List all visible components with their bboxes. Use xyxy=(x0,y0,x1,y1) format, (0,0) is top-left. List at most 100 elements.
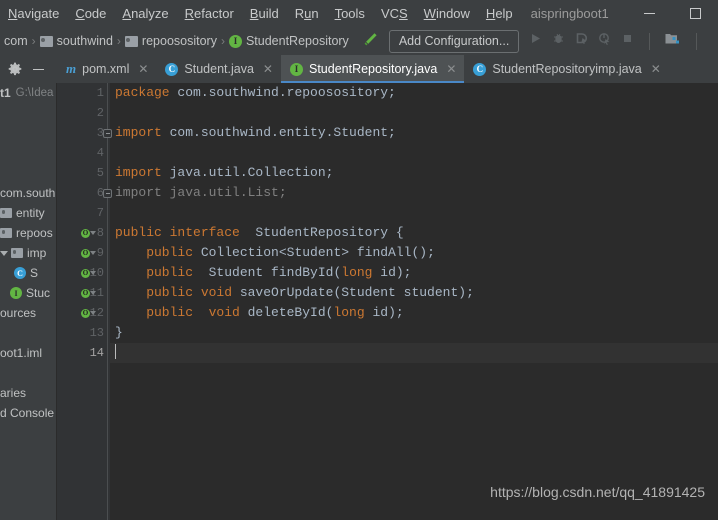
gutter-line-13[interactable]: 13 xyxy=(57,323,110,343)
tree-item-com-south[interactable]: com.south xyxy=(0,183,56,203)
menu-tools[interactable]: Tools xyxy=(327,0,373,27)
code-line-7[interactable] xyxy=(110,203,718,223)
project-structure-icon[interactable] xyxy=(665,32,681,51)
menu-help[interactable]: Help xyxy=(478,0,521,27)
minimize-button[interactable] xyxy=(626,0,672,27)
code-line-6[interactable]: import java.util.List; xyxy=(110,183,718,203)
gutter-line-4[interactable]: 4 xyxy=(57,143,110,163)
tree-item-repoos[interactable]: repoos xyxy=(0,223,56,243)
gutter-line-9[interactable]: 9O xyxy=(57,243,110,263)
close-icon[interactable]: ✕ xyxy=(446,62,456,76)
code-line-13[interactable]: } xyxy=(110,323,718,343)
breadcrumb-item-com[interactable]: com xyxy=(4,34,28,48)
menu-analyze[interactable]: Analyze xyxy=(114,0,176,27)
gutter-line-2[interactable]: 2 xyxy=(57,103,110,123)
tree-item-ources[interactable]: ources xyxy=(0,303,56,323)
breadcrumb-label: StudentRepository xyxy=(245,34,349,48)
maximize-button[interactable] xyxy=(672,0,718,27)
code-editor[interactable]: 1 2 3 4 5 6 7 8 O 9 O 10 O 11 O 12 O 13 14 package com.sou… xyxy=(57,83,718,520)
implementation-marker-icon[interactable]: O xyxy=(81,308,96,318)
run-configuration-selector[interactable]: Add Configuration... xyxy=(388,29,520,53)
implementation-marker-icon[interactable]: O xyxy=(81,228,96,238)
breadcrumb-item-repoosository[interactable]: repoosository xyxy=(124,34,217,48)
stop-icon[interactable] xyxy=(621,32,634,50)
tree-item-imp[interactable]: imp xyxy=(0,243,56,263)
code-line-11[interactable]: public void saveOrUpdate(Student student… xyxy=(110,283,718,303)
code-line-8[interactable]: public interface StudentRepository { xyxy=(110,223,718,243)
implementation-marker-icon[interactable]: O xyxy=(81,248,96,258)
code-line-4[interactable] xyxy=(110,143,718,163)
breadcrumb-item-studentrepository[interactable]: I StudentRepository xyxy=(228,34,349,48)
tree-item-stuc[interactable]: I Stuc xyxy=(0,283,56,303)
menu-vcs[interactable]: VCS xyxy=(373,0,416,27)
gutter-line-6[interactable]: 6 xyxy=(57,183,112,203)
gutter-line-8[interactable]: 8O xyxy=(57,223,110,243)
menu-run[interactable]: Run xyxy=(287,0,327,27)
code-token: id); xyxy=(380,265,412,280)
line-number: 13 xyxy=(89,326,104,340)
editor-tab-studentrepositoryimp-java[interactable]: C StudentRepositoryimp.java ✕ xyxy=(464,55,668,83)
close-icon[interactable]: ✕ xyxy=(263,62,273,76)
chevron-down-icon[interactable] xyxy=(0,250,8,256)
menu-build[interactable]: Build xyxy=(242,0,287,27)
gutter-line-12[interactable]: 12 O xyxy=(57,303,110,323)
close-icon[interactable]: ✕ xyxy=(138,62,148,76)
run-icon[interactable] xyxy=(529,32,542,50)
code-line-9[interactable]: public Collection<Student> findAll(); xyxy=(110,243,718,263)
gutter-line-3[interactable]: 3 xyxy=(57,123,112,143)
code-token: id); xyxy=(372,305,404,320)
editor-tab-student-java[interactable]: C Student.java ✕ xyxy=(156,55,281,83)
tree-item-entity[interactable]: entity xyxy=(0,203,56,223)
menu-navigate[interactable]: Navigate xyxy=(0,0,67,27)
gutter-line-1[interactable]: 1 xyxy=(57,83,110,103)
hide-icon[interactable] xyxy=(33,68,44,70)
code-line-1[interactable]: package com.southwind.repoosository; xyxy=(110,83,718,103)
code-line-14[interactable] xyxy=(110,343,718,363)
run-toolbar xyxy=(529,32,702,51)
gear-icon[interactable] xyxy=(8,62,22,76)
run-with-coverage-icon[interactable] xyxy=(575,32,588,50)
tree-item-d-console[interactable]: d Console xyxy=(0,403,56,423)
editor-gutter[interactable]: 1 2 3 4 5 6 7 8 O 9 O 10 O 11 O 12 O 13 14 xyxy=(57,83,112,520)
tree-item-t1[interactable]: t1 G:\Idea xyxy=(0,83,56,103)
code-line-2[interactable] xyxy=(110,103,718,123)
gutter-line-10[interactable]: 10 O xyxy=(57,263,110,283)
hammer-icon[interactable] xyxy=(363,31,379,52)
implementation-marker-icon[interactable]: O xyxy=(81,268,96,278)
code-line-3[interactable]: import com.southwind.entity.Student; xyxy=(110,123,718,143)
code-line-5[interactable]: import java.util.Collection; xyxy=(110,163,718,183)
implementation-marker-icon[interactable]: O xyxy=(81,288,96,298)
project-tree-panel[interactable]: t1 G:\Idea com.south entity repoos imp C S I Stuc… xyxy=(0,83,56,520)
menu-code[interactable]: Code xyxy=(67,0,114,27)
tree-item-label: ources xyxy=(0,306,37,320)
code-token: long xyxy=(341,265,381,280)
tree-item-s[interactable]: CS xyxy=(0,263,56,283)
gutter-line-14[interactable]: 14 xyxy=(57,343,110,363)
menu-items: Navigate Code Analyze Refactor Build Run Tools… xyxy=(0,0,521,27)
gutter-line-7[interactable]: 7 xyxy=(57,203,110,223)
gutter-line-11[interactable]: 11 O xyxy=(57,283,110,303)
code-token: public interface xyxy=(115,225,248,240)
code-line-12[interactable]: public void deleteById(long id); xyxy=(110,303,718,323)
interface-icon: I xyxy=(228,34,242,48)
menu-refactor[interactable]: Refactor xyxy=(177,0,242,27)
editor-tab-label: Student.java xyxy=(184,62,254,76)
debug-icon[interactable] xyxy=(552,32,565,50)
breadcrumb-item-southwind[interactable]: southwind xyxy=(39,34,113,48)
tool-window-buttons xyxy=(0,62,57,76)
code-token: StudentRepository { xyxy=(247,225,404,240)
code-line-10[interactable]: public Student findById(long id); xyxy=(110,263,718,283)
menu-window[interactable]: Window xyxy=(416,0,478,27)
code-lines: package com.southwind.repoosository; impo… xyxy=(110,83,718,363)
editor-tab-studentrepository-java[interactable]: I StudentRepository.java ✕ xyxy=(280,55,465,83)
tree-item-label: S xyxy=(30,266,39,280)
editor-tab-pom-xml[interactable]: m pom.xml ✕ xyxy=(57,55,156,83)
tree-item-oot1-iml[interactable]: oot1.iml xyxy=(0,343,56,363)
close-icon[interactable]: ✕ xyxy=(651,62,661,76)
watermark-text: https://blog.csdn.net/qq_41891425 xyxy=(490,484,705,500)
gutter-line-5[interactable]: 5 xyxy=(57,163,110,183)
tree-item-aries[interactable]: aries xyxy=(0,383,56,403)
editor-tab-label: StudentRepositoryimp.java xyxy=(492,62,642,76)
profile-icon[interactable] xyxy=(598,32,611,50)
editor-code-area[interactable]: package com.southwind.repoosository; impo… xyxy=(110,83,718,520)
